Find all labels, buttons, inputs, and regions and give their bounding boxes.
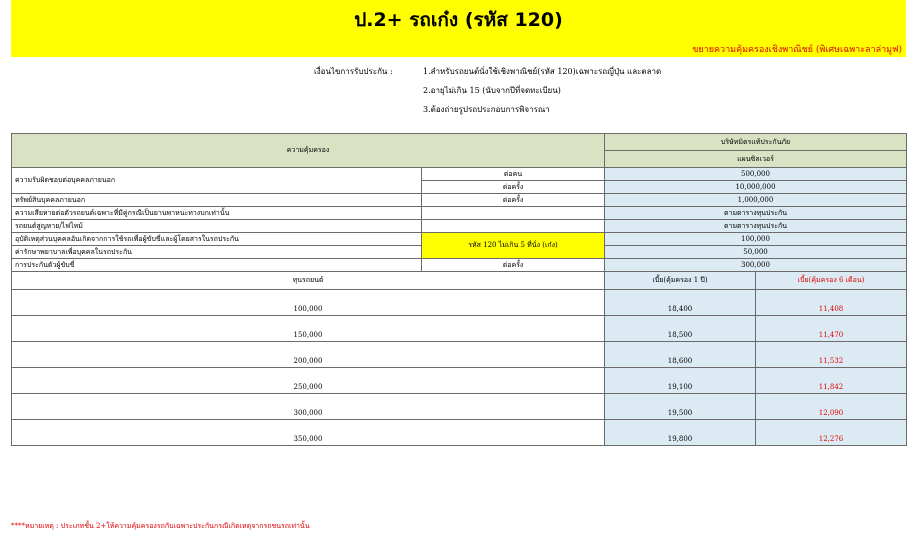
row-value: 10,000,000 [604, 180, 907, 194]
annual-premium-header: เบี้ย(คุ้มครอง 1 ปี) [604, 271, 756, 290]
footnote: ****หมายเหตุ : ประเภทชั้น 2+ให้ความคุ้มค… [11, 522, 310, 530]
six-month-premium-cell: 11,408 [755, 289, 907, 316]
row-label-third-party-property: ทรัพย์สินบุคคลภายนอก [11, 193, 422, 207]
annual-premium-cell: 18,600 [604, 341, 756, 368]
table-row: 300,000 19,500 12,090 [11, 393, 907, 420]
row-label-personal-accident: อุบัติเหตุส่วนบุคคลอันเกิดจากการใช้รถเพื… [11, 232, 422, 246]
sum-insured-cell: 300,000 [11, 393, 605, 420]
sum-insured-header: ทุนรถยนต์ [11, 271, 605, 290]
row-label-third-party-liability: ความรับผิดชอบต่อบุคคลภายนอก [11, 167, 422, 194]
annual-premium-cell: 19,500 [604, 393, 756, 420]
six-month-premium-header: เบี้ย(คุ้มครอง 6 เดือน) [755, 271, 907, 290]
coverage-table: ความคุ้มครอง บริษัทมิตรแท้ประกันภัย แผนซ… [11, 133, 907, 446]
condition-line-3: 3.ต้องถ่ายรูปรถประกอบการพิจารณา [423, 105, 550, 114]
six-month-premium-cell: 12,276 [755, 419, 907, 446]
sum-insured-cell: 250,000 [11, 367, 605, 394]
annual-premium-cell: 19,800 [604, 419, 756, 446]
row-unit: ต่อคน [421, 167, 605, 181]
row-value: 500,000 [604, 167, 907, 181]
six-month-premium-cell: 12,090 [755, 393, 907, 420]
table-row: 150,000 18,500 11,470 [11, 315, 907, 342]
annual-premium-cell: 19,100 [604, 367, 756, 394]
row-value: 300,000 [604, 258, 907, 272]
seat-note: รหัส 120 ไม่เกิน 5 ที่นั่ง (เก๋ง) [421, 232, 605, 259]
sum-insured-cell: 150,000 [11, 315, 605, 342]
six-month-premium-cell: 11,532 [755, 341, 907, 368]
annual-premium-cell: 18,400 [604, 289, 756, 316]
row-value: ตามตารางทุนประกัน [604, 219, 907, 233]
row-value: 100,000 [604, 232, 907, 246]
title-banner: ป.2+ รถเก๋ง (รหัส 120) ขยายความคุ้มครองเ… [11, 0, 906, 57]
row-unit: ต่อครั้ง [421, 193, 605, 207]
premium-rows: 100,000 18,400 11,408 150,000 18,500 11,470 20… [11, 289, 907, 446]
row-unit: ต่อครั้ง [421, 180, 605, 194]
row-label-bail-bond: การประกันตัวผู้ขับขี่ [11, 258, 422, 272]
row-value: 50,000 [604, 245, 907, 259]
six-month-premium-cell: 11,842 [755, 367, 907, 394]
row-label-medical-expenses: ค่ารักษาพยาบาลเพื่อบุคคลในรถประกัน [11, 245, 422, 259]
sum-insured-cell: 200,000 [11, 341, 605, 368]
sum-insured-cell: 350,000 [11, 419, 605, 446]
table-row: 250,000 19,100 11,842 [11, 367, 907, 394]
row-label-theft-fire: รถยนต์สูญหาย/ไฟไหม้ [11, 219, 422, 233]
row-value: 1,000,000 [604, 193, 907, 207]
conditions-label: เงื่อนไขการรับประกัน : [314, 67, 393, 76]
condition-line-2: 2.อายุไม่เกิน 15 (นับจากปีที่จดทะเบียน) [423, 86, 561, 95]
condition-line-1: 1.สำหรับรถยนต์นั่งใช้เชิงพาณิชย์(รหัส 12… [423, 67, 662, 76]
table-row: 350,000 19,800 12,276 [11, 419, 907, 446]
plan-header: แผนซิลเวอร์ [604, 150, 907, 168]
annual-premium-cell: 18,500 [604, 315, 756, 342]
row-unit: ต่อครั้ง [421, 258, 605, 272]
table-row: 200,000 18,600 11,532 [11, 341, 907, 368]
empty-cell [421, 206, 605, 220]
table-row: 100,000 18,400 11,408 [11, 289, 907, 316]
page-title: ป.2+ รถเก๋ง (รหัส 120) [354, 9, 563, 31]
company-header: บริษัทมิตรแท้ประกันภัย [604, 133, 907, 151]
empty-cell [421, 219, 605, 233]
row-value: ตามตารางทุนประกัน [604, 206, 907, 220]
coverage-header: ความคุ้มครอง [11, 133, 605, 168]
page-subtitle: ขยายความคุ้มครองเชิงพาณิชย์ (พิเศษเฉพาะล… [692, 45, 902, 55]
sum-insured-cell: 100,000 [11, 289, 605, 316]
six-month-premium-cell: 11,470 [755, 315, 907, 342]
row-label-own-damage: ความเสียหายต่อตัวรถยนต์เฉพาะที่มีคู่กรณี… [11, 206, 422, 220]
